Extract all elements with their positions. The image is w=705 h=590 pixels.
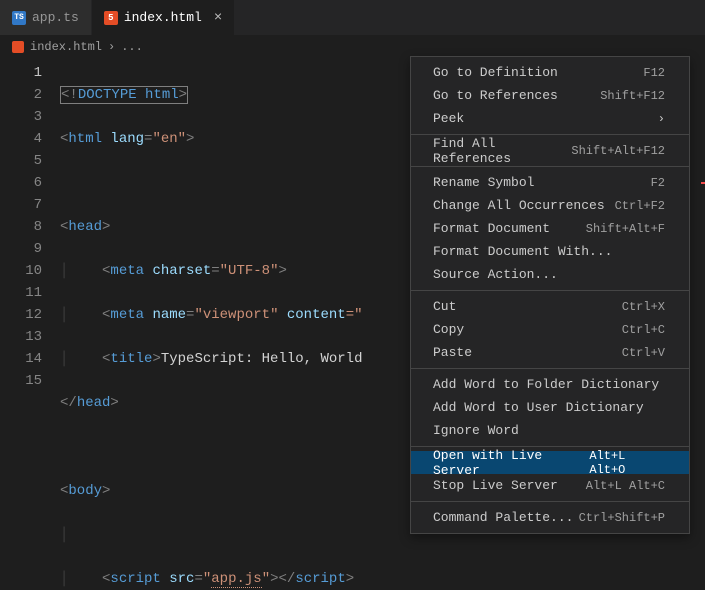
menu-item[interactable]: Go to Definition F12 [411,61,689,84]
menu-item-shortcut: Ctrl+Shift+P [579,511,665,525]
line-number: 3 [0,106,42,128]
chevron-right-icon: › [108,40,115,54]
line-number: 4 [0,128,42,150]
line-number: 13 [0,326,42,348]
menu-item-label: Rename Symbol [433,175,534,190]
html-icon [12,41,24,53]
menu-item-shortcut: Shift+F12 [600,89,665,103]
chevron-right-icon: › [658,112,665,126]
line-number: 5 [0,150,42,172]
line-number: 11 [0,282,42,304]
menu-item[interactable]: Paste Ctrl+V [411,341,689,364]
menu-item-shortcut: Ctrl+V [622,346,665,360]
menu-item[interactable]: Format Document Shift+Alt+F [411,217,689,240]
line-number: 15 [0,370,42,392]
breadcrumb[interactable]: index.html › ... [0,36,705,58]
html-icon [104,11,118,25]
menu-item[interactable]: Command Palette... Ctrl+Shift+P [411,506,689,529]
tab-label: index.html [124,10,202,25]
tab-label: app.ts [32,10,79,25]
menu-item[interactable]: Add Word to Folder Dictionary [411,373,689,396]
menu-item-label: Open with Live Server [433,448,589,478]
menu-item-shortcut: Shift+Alt+F12 [571,144,665,158]
line-number: 7 [0,194,42,216]
menu-item[interactable]: Peek › [411,107,689,130]
breadcrumb-more: ... [121,40,143,54]
menu-item[interactable]: Open with Live ServerAlt+L Alt+O [411,451,689,474]
menu-item-shortcut: Ctrl+F2 [615,199,665,213]
menu-item-label: Command Palette... [433,510,573,525]
tab-index-html[interactable]: index.html × [92,0,235,35]
menu-item-shortcut: Alt+L Alt+C [586,479,665,493]
context-menu: Go to Definition F12 Go to References Shift… [410,56,690,534]
menu-item-label: Change All Occurrences [433,198,605,213]
menu-separator [411,290,689,291]
menu-item-label: Format Document With... [433,244,612,259]
line-number: 6 [0,172,42,194]
tab-app-ts[interactable]: TS app.ts [0,0,92,35]
menu-item-shortcut: Alt+L Alt+O [589,449,665,477]
breadcrumb-file: index.html [30,40,102,54]
menu-item-shortcut: F2 [651,176,665,190]
menu-item[interactable]: Go to References Shift+F12 [411,84,689,107]
close-icon[interactable]: × [214,11,222,25]
menu-item[interactable]: Add Word to User Dictionary [411,396,689,419]
menu-separator [411,368,689,369]
menu-item[interactable]: Stop Live Server Alt+L Alt+C [411,474,689,497]
tab-bar: TS app.ts index.html × [0,0,705,36]
typescript-icon: TS [12,11,26,25]
menu-item-label: Copy [433,322,464,337]
menu-item[interactable]: Find All ReferencesShift+Alt+F12 [411,139,689,162]
menu-item[interactable]: Format Document With... [411,240,689,263]
menu-item-label: Go to References [433,88,558,103]
line-number: 9 [0,238,42,260]
menu-item-label: Go to Definition [433,65,558,80]
line-gutter: 1 2 3 4 5 6 7 8 9 10 11 12 13 14 15 [0,58,60,590]
menu-separator [411,501,689,502]
overview-ruler-marker [701,182,705,184]
line-number: 10 [0,260,42,282]
line-number: 2 [0,84,42,106]
menu-item-shortcut: Ctrl+C [622,323,665,337]
line-number: 1 [0,62,42,84]
menu-item[interactable]: Copy Ctrl+C [411,318,689,341]
menu-item[interactable]: Ignore Word [411,419,689,442]
menu-item-label: Source Action... [433,267,558,282]
menu-item-label: Peek [433,111,464,126]
menu-item[interactable]: Cut Ctrl+X [411,295,689,318]
menu-item-label: Find All References [433,136,571,166]
menu-item-label: Add Word to User Dictionary [433,400,644,415]
line-number: 14 [0,348,42,370]
menu-item[interactable]: Source Action... [411,263,689,286]
menu-item-label: Paste [433,345,472,360]
menu-item-label: Add Word to Folder Dictionary [433,377,659,392]
line-number: 12 [0,304,42,326]
menu-item[interactable]: Rename Symbol F2 [411,171,689,194]
menu-separator [411,166,689,167]
menu-item-label: Ignore Word [433,423,519,438]
menu-item-shortcut: Ctrl+X [622,300,665,314]
menu-item[interactable]: Change All Occurrences Ctrl+F2 [411,194,689,217]
line-number: 8 [0,216,42,238]
menu-item-shortcut: F12 [643,66,665,80]
menu-item-shortcut: Shift+Alt+F [586,222,665,236]
menu-item-label: Stop Live Server [433,478,558,493]
menu-item-label: Cut [433,299,456,314]
menu-item-label: Format Document [433,221,550,236]
